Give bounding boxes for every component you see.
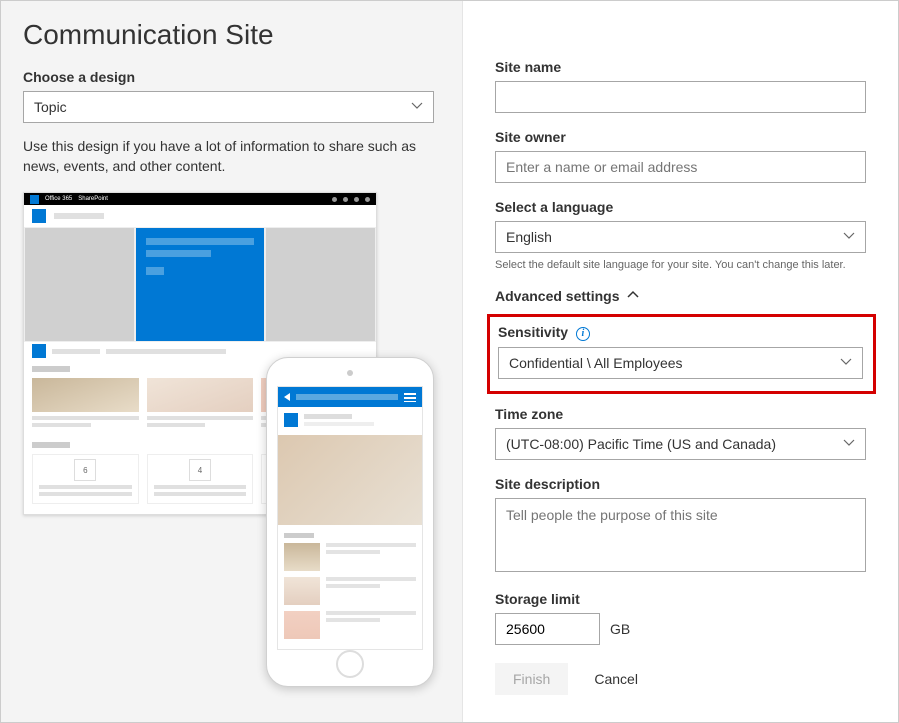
timezone-select[interactable]: (UTC-08:00) Pacific Time (US and Canada) <box>495 428 866 460</box>
sensitivity-label-text: Sensitivity <box>498 324 568 340</box>
design-preview-pane: Communication Site Choose a design Topic… <box>1 1 463 722</box>
language-select[interactable]: English <box>495 221 866 253</box>
event-card: 4 <box>147 454 254 504</box>
news-item <box>284 543 416 571</box>
sensitivity-value: Confidential \ All Employees <box>509 355 683 371</box>
description-textarea[interactable] <box>495 498 866 572</box>
chevron-down-icon <box>840 355 852 371</box>
cancel-button[interactable]: Cancel <box>576 663 656 695</box>
chevron-down-icon <box>843 436 855 452</box>
info-icon[interactable]: i <box>576 327 590 341</box>
hero-tile-2 <box>135 227 266 342</box>
description-label: Site description <box>495 476 866 492</box>
news-item <box>284 611 416 639</box>
site-logo-icon <box>284 413 298 427</box>
waffle-icon <box>30 195 39 204</box>
chevron-up-icon <box>627 288 639 304</box>
design-label: Choose a design <box>23 69 434 85</box>
language-help: Select the default site language for you… <box>495 258 866 272</box>
news-heading <box>284 533 314 538</box>
site-owner-input[interactable] <box>495 151 866 183</box>
preview-sharepoint: SharePoint <box>78 196 108 202</box>
finish-button[interactable]: Finish <box>495 663 568 695</box>
site-settings-pane: Site name Site owner Select a language E… <box>463 1 898 722</box>
design-select[interactable]: Topic <box>23 91 434 123</box>
storage-input[interactable] <box>495 613 600 645</box>
avatar-icon <box>365 197 370 202</box>
design-select-value: Topic <box>34 99 67 115</box>
design-description: Use this design if you have a lot of inf… <box>23 137 434 176</box>
site-name-label: Site name <box>495 59 866 75</box>
advanced-settings-toggle[interactable]: Advanced settings <box>495 288 639 304</box>
create-site-dialog: Communication Site Choose a design Topic… <box>0 0 899 723</box>
gear-icon <box>343 197 348 202</box>
timezone-label: Time zone <box>495 406 866 422</box>
sensitivity-select[interactable]: Confidential \ All Employees <box>498 347 863 379</box>
menu-icon <box>404 393 416 402</box>
news-heading <box>32 366 70 372</box>
sensitivity-highlight: Sensitivity i Confidential \ All Employe… <box>487 314 876 393</box>
design-preview: Office 365 SharePoint <box>23 192 434 602</box>
back-icon <box>284 393 290 401</box>
hero-image <box>278 435 422 525</box>
sensitivity-label: Sensitivity i <box>498 324 863 340</box>
hero-tile-3 <box>265 227 376 342</box>
banner-logo-icon <box>32 344 46 358</box>
hero-tile-1 <box>24 227 135 342</box>
storage-unit: GB <box>610 621 630 637</box>
timezone-value: (UTC-08:00) Pacific Time (US and Canada) <box>506 436 776 452</box>
dialog-buttons: Finish Cancel <box>495 663 866 695</box>
bell-icon <box>332 197 337 202</box>
event-card: 6 <box>32 454 139 504</box>
site-logo-icon <box>32 209 46 223</box>
language-label: Select a language <box>495 199 866 215</box>
news-item <box>32 378 139 430</box>
news-item <box>284 577 416 605</box>
chevron-down-icon <box>411 99 423 115</box>
events-heading <box>32 442 70 448</box>
nav-placeholder <box>54 213 104 219</box>
help-icon <box>354 197 359 202</box>
mobile-preview <box>266 357 434 687</box>
advanced-settings-label: Advanced settings <box>495 288 619 304</box>
chevron-down-icon <box>843 229 855 245</box>
preview-o365: Office 365 <box>45 196 72 202</box>
page-title: Communication Site <box>23 19 434 51</box>
storage-label: Storage limit <box>495 591 866 607</box>
site-name-input[interactable] <box>495 81 866 113</box>
news-item <box>147 378 254 430</box>
language-value: English <box>506 229 552 245</box>
site-owner-label: Site owner <box>495 129 866 145</box>
